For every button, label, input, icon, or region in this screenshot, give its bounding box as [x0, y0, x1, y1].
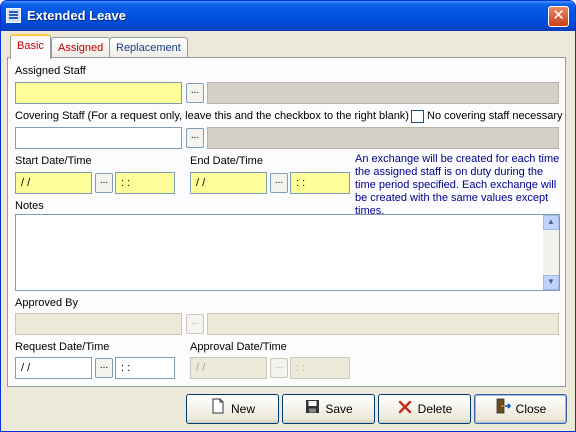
notes-textarea[interactable]: ▲ ▼	[15, 214, 560, 291]
new-button[interactable]: New	[186, 394, 279, 424]
covering-staff-label: Covering Staff (For a request only, leav…	[15, 110, 409, 122]
request-date-picker-button[interactable]: ...	[95, 358, 113, 378]
delete-button[interactable]: Delete	[378, 394, 471, 424]
approval-time-input: : :	[290, 357, 350, 379]
notes-label: Notes	[15, 200, 44, 212]
save-button-label: Save	[325, 402, 353, 416]
scroll-down-icon[interactable]: ▼	[543, 275, 559, 290]
approved-by-browse-button: ...	[186, 314, 204, 334]
window-title: Extended Leave	[27, 8, 126, 23]
assigned-staff-input[interactable]	[15, 82, 182, 104]
start-datetime-label: Start Date/Time	[15, 155, 92, 167]
covering-staff-input[interactable]	[15, 127, 182, 149]
start-date-picker-button[interactable]: ...	[95, 173, 113, 193]
request-date-input[interactable]: / /	[15, 357, 92, 379]
close-button[interactable]: Close	[474, 394, 567, 424]
extended-leave-window: Extended Leave ✕ Basic Assigned Replacem…	[0, 0, 576, 432]
app-icon	[6, 8, 21, 23]
no-covering-staff-checkbox[interactable]	[411, 110, 424, 123]
no-covering-staff-label[interactable]: No covering staff necessary	[427, 110, 563, 122]
request-datetime-label: Request Date/Time	[15, 341, 110, 353]
start-date-input[interactable]: / /	[15, 172, 92, 194]
scroll-up-icon[interactable]: ▲	[543, 215, 559, 230]
exchange-info-text: An exchange will be created for each tim…	[355, 153, 560, 217]
assigned-staff-label: Assigned Staff	[15, 65, 86, 77]
approval-date-picker-button: ...	[270, 358, 288, 378]
approved-by-label: Approved By	[15, 297, 78, 309]
end-datetime-label: End Date/Time	[190, 155, 263, 167]
covering-staff-browse-button[interactable]: ...	[186, 128, 204, 148]
new-document-icon	[210, 396, 226, 424]
title-bar[interactable]: Extended Leave ✕	[1, 1, 575, 31]
end-date-input[interactable]: / /	[190, 172, 267, 194]
save-disk-icon	[304, 396, 320, 424]
tab-assigned[interactable]: Assigned	[51, 37, 111, 59]
approved-by-input	[15, 313, 182, 335]
approved-by-name-display	[207, 313, 559, 335]
covering-staff-name-display	[207, 127, 559, 149]
exit-door-icon	[495, 396, 511, 424]
assigned-staff-name-display	[207, 82, 559, 104]
notes-scrollbar[interactable]: ▲ ▼	[543, 215, 559, 290]
end-date-picker-button[interactable]: ...	[270, 173, 288, 193]
close-button-label: Close	[515, 402, 547, 416]
start-time-input[interactable]: : :	[115, 172, 175, 194]
approval-date-input: / /	[190, 357, 267, 379]
tab-replacement[interactable]: Replacement	[109, 37, 188, 59]
assigned-staff-browse-button[interactable]: ...	[186, 83, 204, 103]
tab-basic[interactable]: Basic	[10, 34, 51, 59]
delete-x-icon	[397, 396, 413, 424]
save-button[interactable]: Save	[282, 394, 375, 424]
close-window-button[interactable]: ✕	[548, 6, 569, 27]
delete-button-label: Delete	[417, 402, 453, 416]
new-button-label: New	[230, 402, 255, 416]
end-time-input[interactable]: : :	[290, 172, 350, 194]
request-time-input[interactable]: : :	[115, 357, 175, 379]
approval-datetime-label: Approval Date/Time	[190, 341, 287, 353]
